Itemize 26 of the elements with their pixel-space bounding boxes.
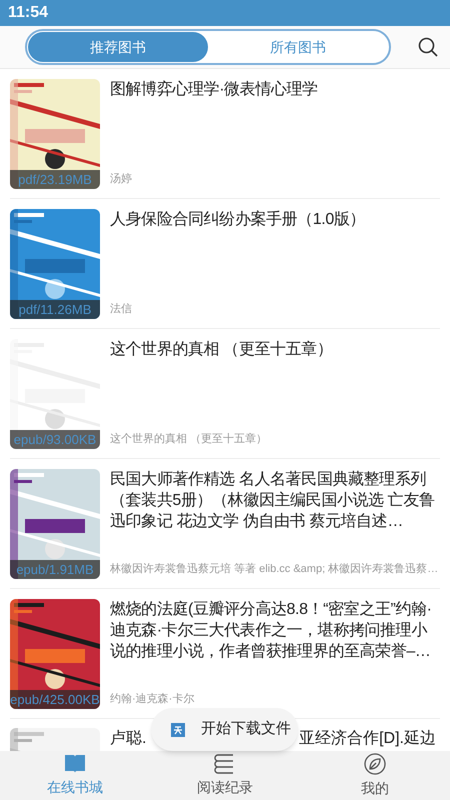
app-icon bbox=[171, 722, 185, 736]
book-author: 这个世界的真相 （更至十五章） bbox=[110, 432, 268, 446]
file-badge: pdf/11.26MB bbox=[10, 300, 100, 319]
file-badge: epub/93.00KB bbox=[10, 430, 100, 449]
book-author: 法信 bbox=[110, 302, 133, 316]
book-author: 约翰·迪克森·卡尔 bbox=[110, 692, 196, 706]
book-title[interactable]: 这个世界的真相 （更至十五章） bbox=[110, 339, 440, 360]
book-author: 林徽因许寿裳鲁迅蔡元培 等著 elib.cc &amp; 林徽因许寿裳鲁迅蔡… bbox=[110, 562, 440, 576]
layers-icon bbox=[214, 754, 236, 774]
leaf-icon bbox=[364, 752, 386, 774]
file-badge: epub/425.00KB bbox=[10, 690, 100, 709]
toast-text: 开始下载文件 bbox=[201, 719, 291, 740]
book-author: 汤婷 bbox=[110, 172, 133, 186]
book-title[interactable]: 燃烧的法庭(豆瓣评分高达8.8！“密室之王”约翰·迪克森·卡尔三大代表作之一，堪称拷问推理小说的推理小说，作者曾获推理界的至高荣誉–… bbox=[110, 599, 440, 662]
book-title[interactable]: 图解博弈心理学·微表情心理学 bbox=[110, 79, 440, 100]
file-badge: pdf/23.19MB bbox=[10, 170, 100, 189]
file-badge: epub/1.91MB bbox=[10, 560, 100, 579]
nav-tab[interactable]: 我的 bbox=[300, 751, 450, 800]
search-icon[interactable] bbox=[418, 37, 438, 57]
book-icon bbox=[64, 754, 86, 774]
book-title[interactable]: 人身保险合同纠纷办案手册（1.0版） bbox=[110, 209, 440, 230]
status-time: 11:54 bbox=[8, 3, 48, 23]
book-title[interactable]: 民国大师著作精选 名人名著民国典藏整理系列（套装共5册）（林徽因主编民国小说选 亡友鲁迅印象记 花边文学 伪自由书 蔡元培自述… bbox=[110, 469, 440, 532]
nav-tab[interactable]: 阅读纪录 bbox=[150, 751, 300, 800]
book-title[interactable]: 卢聪. bbox=[110, 728, 146, 749]
book-title[interactable]: 亚经济合作[D].延边 bbox=[299, 728, 436, 749]
